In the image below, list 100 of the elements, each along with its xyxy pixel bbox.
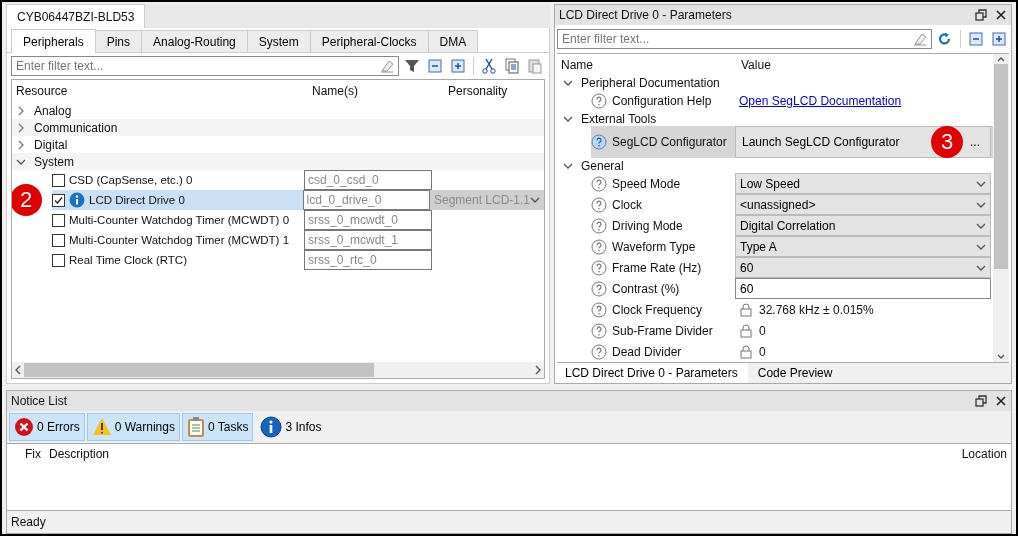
help-icon xyxy=(591,343,607,360)
help-icon xyxy=(591,238,607,255)
name-field[interactable]: csd_0_csd_0 xyxy=(304,170,432,190)
checkbox[interactable] xyxy=(52,193,65,207)
column-header[interactable]: Name(s) xyxy=(308,84,444,98)
checkbox[interactable] xyxy=(52,233,65,247)
chevron-down-icon[interactable] xyxy=(563,114,573,124)
value-field[interactable]: 60 xyxy=(735,278,991,299)
panel-title: LCD Direct Drive 0 - Parameters xyxy=(559,8,732,22)
notice-filter-button[interactable]: 0 Tasks xyxy=(181,413,254,441)
clipboard-icon xyxy=(186,416,205,438)
eraser-icon xyxy=(379,58,395,74)
lock-icon xyxy=(739,344,753,359)
resource-label: Real Time Clock (RTC) xyxy=(69,254,187,266)
checkbox[interactable] xyxy=(52,213,65,227)
tab[interactable]: LCD Direct Drive 0 - Parameters xyxy=(555,363,748,383)
group-label[interactable]: External Tools xyxy=(581,112,657,126)
name-field[interactable]: srss_0_mcwdt_0 xyxy=(304,210,432,230)
chevron-right-icon[interactable] xyxy=(16,122,26,133)
help-icon xyxy=(591,134,607,151)
collapse-all-icon[interactable] xyxy=(425,56,445,76)
info-icon xyxy=(69,192,85,208)
resource-label: Multi-Counter Watchdog Timer (MCWDT) 0 xyxy=(69,214,290,226)
chevron-right-icon[interactable] xyxy=(16,105,26,116)
parameter-name: SegLCD Configurator xyxy=(612,135,727,150)
scissors-icon[interactable] xyxy=(479,56,499,76)
panel-title: Notice List xyxy=(11,394,68,408)
help-icon xyxy=(591,301,607,318)
value-dropdown[interactable]: Digital Correlation xyxy=(735,215,991,236)
resource-row[interactable]: Multi-Counter Watchdog Timer (MCWDT) 1 srss_0_mcwdt_1 xyxy=(52,230,544,250)
resource-label: CSD (CapSense, etc.) 0 xyxy=(69,174,193,186)
expand-all-icon[interactable] xyxy=(448,56,468,76)
help-icon xyxy=(591,259,607,276)
filter-field[interactable]: Enter filter text... xyxy=(11,56,399,76)
column-header[interactable]: Location xyxy=(961,447,1011,461)
close-icon xyxy=(995,9,1007,21)
help-icon xyxy=(591,217,607,234)
column-header[interactable]: Personality xyxy=(444,84,544,98)
help-icon xyxy=(591,196,607,213)
tab[interactable]: DMA xyxy=(427,30,479,52)
value-dropdown[interactable]: Type A xyxy=(735,236,991,257)
lock-icon xyxy=(739,302,753,317)
chevron-right-icon[interactable] xyxy=(16,139,26,150)
category-item[interactable]: System xyxy=(34,154,74,169)
filter-field[interactable]: Enter filter text... xyxy=(557,29,932,49)
category-item[interactable]: Communication xyxy=(34,120,118,135)
column-header[interactable]: Name xyxy=(557,58,737,72)
warning-icon xyxy=(91,417,112,437)
category-item[interactable]: Digital xyxy=(34,137,68,152)
restore-icon xyxy=(975,395,987,407)
parameter-name: Configuration Help xyxy=(612,94,712,109)
name-field[interactable]: srss_0_mcwdt_1 xyxy=(304,230,432,250)
name-field[interactable]: srss_0_rtc_0 xyxy=(304,250,432,270)
help-icon xyxy=(591,175,607,192)
collapse-all-icon[interactable] xyxy=(966,29,986,49)
help-icon xyxy=(591,322,607,339)
name-field[interactable]: lcd_0_drive_0 xyxy=(302,190,430,210)
tab[interactable]: Pins xyxy=(94,30,143,52)
notice-filter-button[interactable]: 3 Infos xyxy=(255,413,327,441)
help-icon xyxy=(591,93,607,110)
value-text: 0 xyxy=(759,323,766,338)
tab[interactable]: System xyxy=(246,30,311,52)
column-header[interactable]: Description xyxy=(49,447,954,461)
category-item[interactable]: Analog xyxy=(34,103,72,118)
value-dropdown[interactable]: <unassigned> xyxy=(735,194,991,215)
parameter-name: Waveform Type xyxy=(612,239,696,254)
scrollbar-thumb[interactable] xyxy=(24,363,374,377)
value-text: 32.768 kHz ± 0.015% xyxy=(759,302,874,317)
eraser-icon xyxy=(912,31,928,47)
value-text: 0 xyxy=(759,344,766,359)
scrollbar-thumb[interactable] xyxy=(994,64,1008,269)
document-tab[interactable]: CYB06447BZI-BLD53 xyxy=(6,4,146,28)
parameter-name: Dead Divider xyxy=(612,344,682,359)
parameter-name: Sub-Frame Divider xyxy=(612,323,713,338)
column-header[interactable]: Resource xyxy=(12,84,308,98)
tab[interactable]: Peripherals xyxy=(11,29,96,53)
parameter-name: Clock xyxy=(612,197,642,212)
resource-label: Multi-Counter Watchdog Timer (MCWDT) 1 xyxy=(69,234,290,246)
notice-filter-button[interactable]: 0 Warnings xyxy=(86,413,180,441)
checkbox[interactable] xyxy=(52,173,65,187)
error-icon xyxy=(14,417,34,437)
documentation-link[interactable]: Open SegLCD Documentation xyxy=(739,94,902,109)
lock-icon xyxy=(739,323,753,338)
value-dropdown[interactable]: Low Speed xyxy=(735,173,991,194)
tab[interactable]: Peripheral-Clocks xyxy=(309,30,429,52)
chevron-down-icon xyxy=(530,195,540,205)
tab[interactable]: Analog-Routing xyxy=(141,30,248,52)
expand-all-icon[interactable] xyxy=(989,29,1009,49)
value-dropdown[interactable]: 60 xyxy=(735,257,991,278)
parameter-name: Speed Mode xyxy=(612,176,681,191)
column-header[interactable]: Value xyxy=(737,58,775,72)
close-icon xyxy=(995,395,1007,407)
group-label[interactable]: Peripheral Documentation xyxy=(581,76,720,91)
parameter-name: Contrast (%) xyxy=(612,281,680,296)
notice-filter-button[interactable]: 0 Errors xyxy=(9,413,85,441)
callout-badge: 2 xyxy=(12,184,42,216)
resource-row[interactable]: Real Time Clock (RTC) srss_0_rtc_0 xyxy=(52,250,544,270)
checkbox[interactable] xyxy=(52,253,65,267)
column-header[interactable]: Fix xyxy=(25,447,41,461)
group-label[interactable]: General xyxy=(581,158,624,173)
